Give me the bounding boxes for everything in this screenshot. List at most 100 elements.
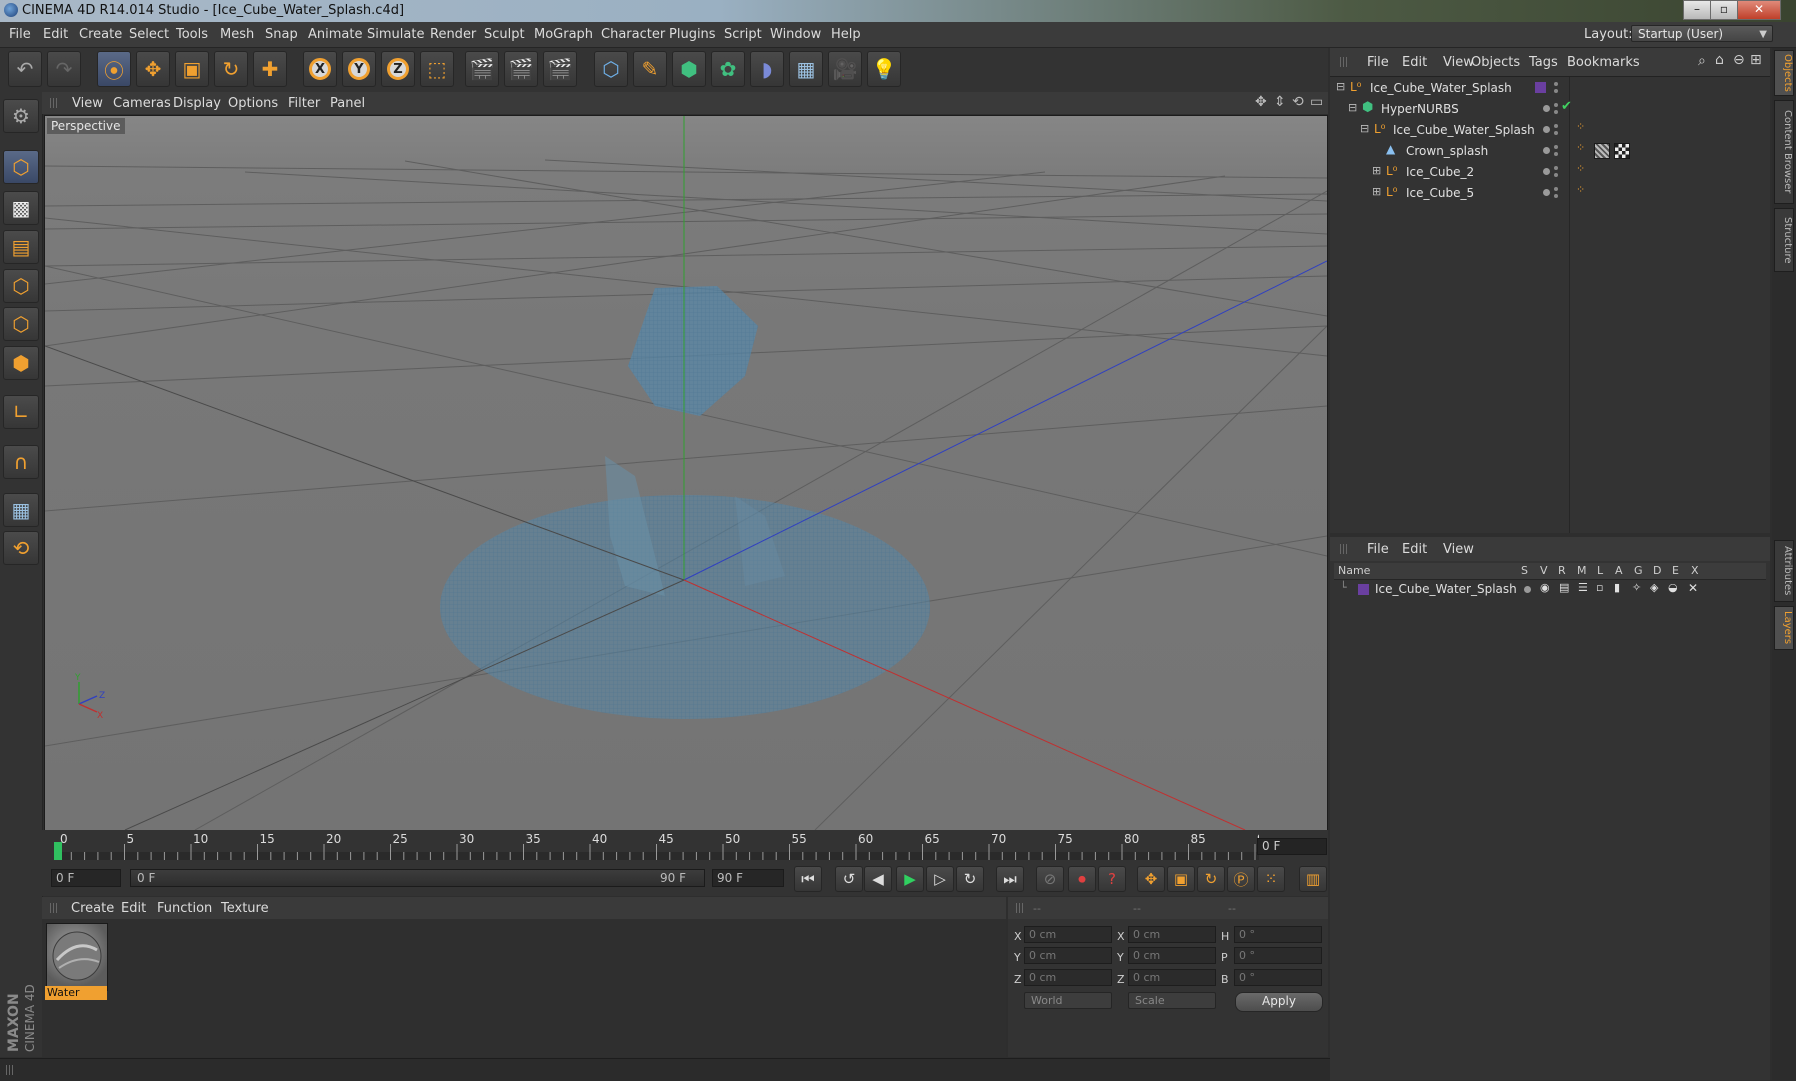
move-tool-button[interactable]: ✥ (136, 51, 170, 87)
render-view-button[interactable]: 🎬 (465, 51, 499, 87)
layer-color-swatch[interactable] (1358, 584, 1369, 595)
menu-help[interactable]: Help (831, 27, 861, 42)
editor-visibility-dot[interactable] (1554, 82, 1558, 86)
expand-icon[interactable]: ⊞ (1372, 164, 1381, 177)
object-menu-edit[interactable]: Edit (1402, 55, 1427, 70)
expression-icon[interactable]: ◒ (1668, 581, 1678, 594)
layer-col-deformers[interactable]: D (1653, 564, 1661, 577)
record-active-objects-button[interactable]: ⊘ (1036, 866, 1064, 892)
menu-snap[interactable]: Snap (265, 27, 298, 42)
render-visibility-dot[interactable] (1554, 145, 1558, 149)
render-visibility-dot[interactable] (1554, 173, 1558, 177)
render-visibility-dot[interactable] (1554, 124, 1558, 128)
deformer-icon[interactable]: ◈ (1650, 581, 1658, 594)
coord-pos-y-field[interactable]: 0 cm (1024, 947, 1112, 964)
layer-col-xref[interactable]: X (1691, 564, 1699, 577)
layer-col-name[interactable]: Name (1338, 564, 1370, 577)
menu-render[interactable]: Render (430, 27, 476, 42)
collapse-icon[interactable]: ⊟ (1336, 80, 1345, 93)
live-selection-button[interactable]: ⦿ (97, 51, 131, 87)
material-name-label[interactable]: Water (45, 986, 107, 1000)
viewport-menu-options[interactable]: Options (228, 96, 278, 111)
coord-rot-h-field[interactable]: 0 ° (1234, 926, 1322, 943)
menu-mograph[interactable]: MoGraph (534, 27, 593, 42)
add-cube-button[interactable]: ⬡ (594, 51, 628, 87)
render-visibility-dot[interactable] (1554, 110, 1558, 114)
texture-mode-button[interactable]: ▩ (3, 191, 39, 225)
texture-tag-icon[interactable] (1594, 143, 1610, 159)
menu-tools[interactable]: Tools (176, 27, 208, 42)
scale-key-button[interactable]: ▣ (1167, 866, 1195, 892)
viewport-rotate-icon[interactable]: ⟲ (1292, 94, 1304, 110)
layer-col-generators[interactable]: G (1634, 564, 1643, 577)
lock-icon[interactable]: ▫ (1596, 581, 1603, 594)
menu-animate[interactable]: Animate (308, 27, 362, 42)
object-menu-file[interactable]: File (1367, 55, 1389, 70)
layer-row[interactable]: └ Ice_Cube_Water_Splash ◉ ▤ ☰ ▫ ▮ ✧ ◈ ◒ … (1334, 580, 1768, 600)
position-key-button[interactable]: ✥ (1137, 866, 1165, 892)
editor-visibility-dot[interactable] (1543, 168, 1550, 175)
z-axis-lock-button[interactable]: Z (381, 51, 415, 87)
layer-col-animation[interactable]: A (1615, 564, 1623, 577)
phong-tag-icon[interactable]: ⁘ (1576, 120, 1585, 133)
polygons-mode-button[interactable]: ⬢ (3, 346, 39, 380)
go-to-next-key-button[interactable]: ↻ (956, 866, 984, 892)
material-thumbnail-water[interactable] (46, 923, 108, 991)
start-frame-field[interactable]: 0 F (51, 869, 121, 887)
timeline-ruler[interactable]: 051015202530354045505560657075808590 (54, 832, 1259, 860)
material-menu-texture[interactable]: Texture (221, 901, 269, 916)
close-button[interactable]: ✕ (1737, 0, 1781, 20)
object-row-ice-cube-water-splash-root[interactable]: ⊟ L⁰ Ice_Cube_Water_Splash (1334, 78, 1768, 98)
menu-simulate[interactable]: Simulate (367, 27, 424, 42)
tab-attributes[interactable]: Attributes (1774, 540, 1794, 602)
search-icon[interactable]: ⌕ (1698, 53, 1706, 69)
new-window-icon[interactable]: ⊞ (1750, 52, 1762, 68)
coord-mode-select[interactable]: World (1024, 992, 1112, 1009)
menu-create[interactable]: Create (79, 27, 122, 42)
coord-size-z-field[interactable]: 0 cm (1128, 969, 1216, 986)
render-picture-viewer-button[interactable]: 🎬 (504, 51, 538, 87)
viewport-move-icon[interactable]: ✥ (1255, 94, 1267, 110)
render-visibility-dot[interactable] (1554, 152, 1558, 156)
edges-mode-button[interactable]: ⬡ (3, 307, 39, 341)
editor-visibility-dot[interactable] (1543, 147, 1550, 154)
tab-layers[interactable]: Layers (1774, 606, 1794, 650)
phong-tag-icon[interactable]: ⁘ (1576, 162, 1585, 175)
previous-frame-button[interactable]: ◀ (864, 866, 892, 892)
object-menu-view[interactable]: View (1443, 55, 1474, 70)
go-to-end-button[interactable]: ⏭ (996, 866, 1024, 892)
editor-visibility-dot[interactable] (1543, 126, 1550, 133)
object-row-hypernurbs[interactable]: ⊟ ⬢ HyperNURBS ✔ (1334, 99, 1768, 119)
play-button[interactable]: ▶ (896, 866, 924, 892)
add-deformer-button[interactable]: ◗ (750, 51, 784, 87)
viewport-menu-view[interactable]: View (72, 96, 103, 111)
current-frame-field[interactable]: 0 F (1257, 838, 1327, 855)
render-visibility-dot[interactable] (1554, 103, 1558, 107)
maximize-button[interactable]: ▫ (1710, 0, 1738, 20)
point-level-animation-button[interactable]: ⁙ (1257, 866, 1285, 892)
add-array-button[interactable]: ✿ (711, 51, 745, 87)
object-name[interactable]: HyperNURBS (1381, 102, 1459, 116)
end-frame-field[interactable]: 90 F (712, 869, 784, 887)
object-name[interactable]: Ice_Cube_Water_Splash (1393, 123, 1535, 137)
object-name[interactable]: Ice_Cube_5 (1406, 186, 1474, 200)
viewport-menu-cameras[interactable]: Cameras (113, 96, 171, 111)
object-name[interactable]: Ice_Cube_2 (1406, 165, 1474, 179)
layer-color-swatch[interactable] (1535, 82, 1546, 93)
viewport-menu-filter[interactable]: Filter (288, 96, 320, 111)
layer-menu-file[interactable]: File (1367, 542, 1389, 557)
axis-mode-button[interactable]: ∟ (3, 395, 39, 429)
material-menu-create[interactable]: Create (71, 901, 114, 916)
object-row-ice-cube-2[interactable]: ⊞ L⁰ Ice_Cube_2 ⁘ (1334, 162, 1768, 182)
object-row-ice-cube-water-splash-child[interactable]: ⊟ L⁰ Ice_Cube_Water_Splash ⁘ (1334, 120, 1768, 140)
parameter-key-button[interactable]: Ⓟ (1227, 866, 1255, 892)
object-menu-tags[interactable]: Tags (1529, 55, 1558, 70)
menu-edit[interactable]: Edit (43, 27, 68, 42)
coord-rot-b-field[interactable]: 0 ° (1234, 969, 1322, 986)
viewport-menu-display[interactable]: Display (173, 96, 221, 111)
menu-select[interactable]: Select (129, 27, 169, 42)
layer-col-solo[interactable]: S (1521, 564, 1528, 577)
expand-icon[interactable]: ⊞ (1372, 185, 1381, 198)
menu-script[interactable]: Script (724, 27, 762, 42)
xref-icon[interactable]: ✕ (1688, 581, 1698, 595)
